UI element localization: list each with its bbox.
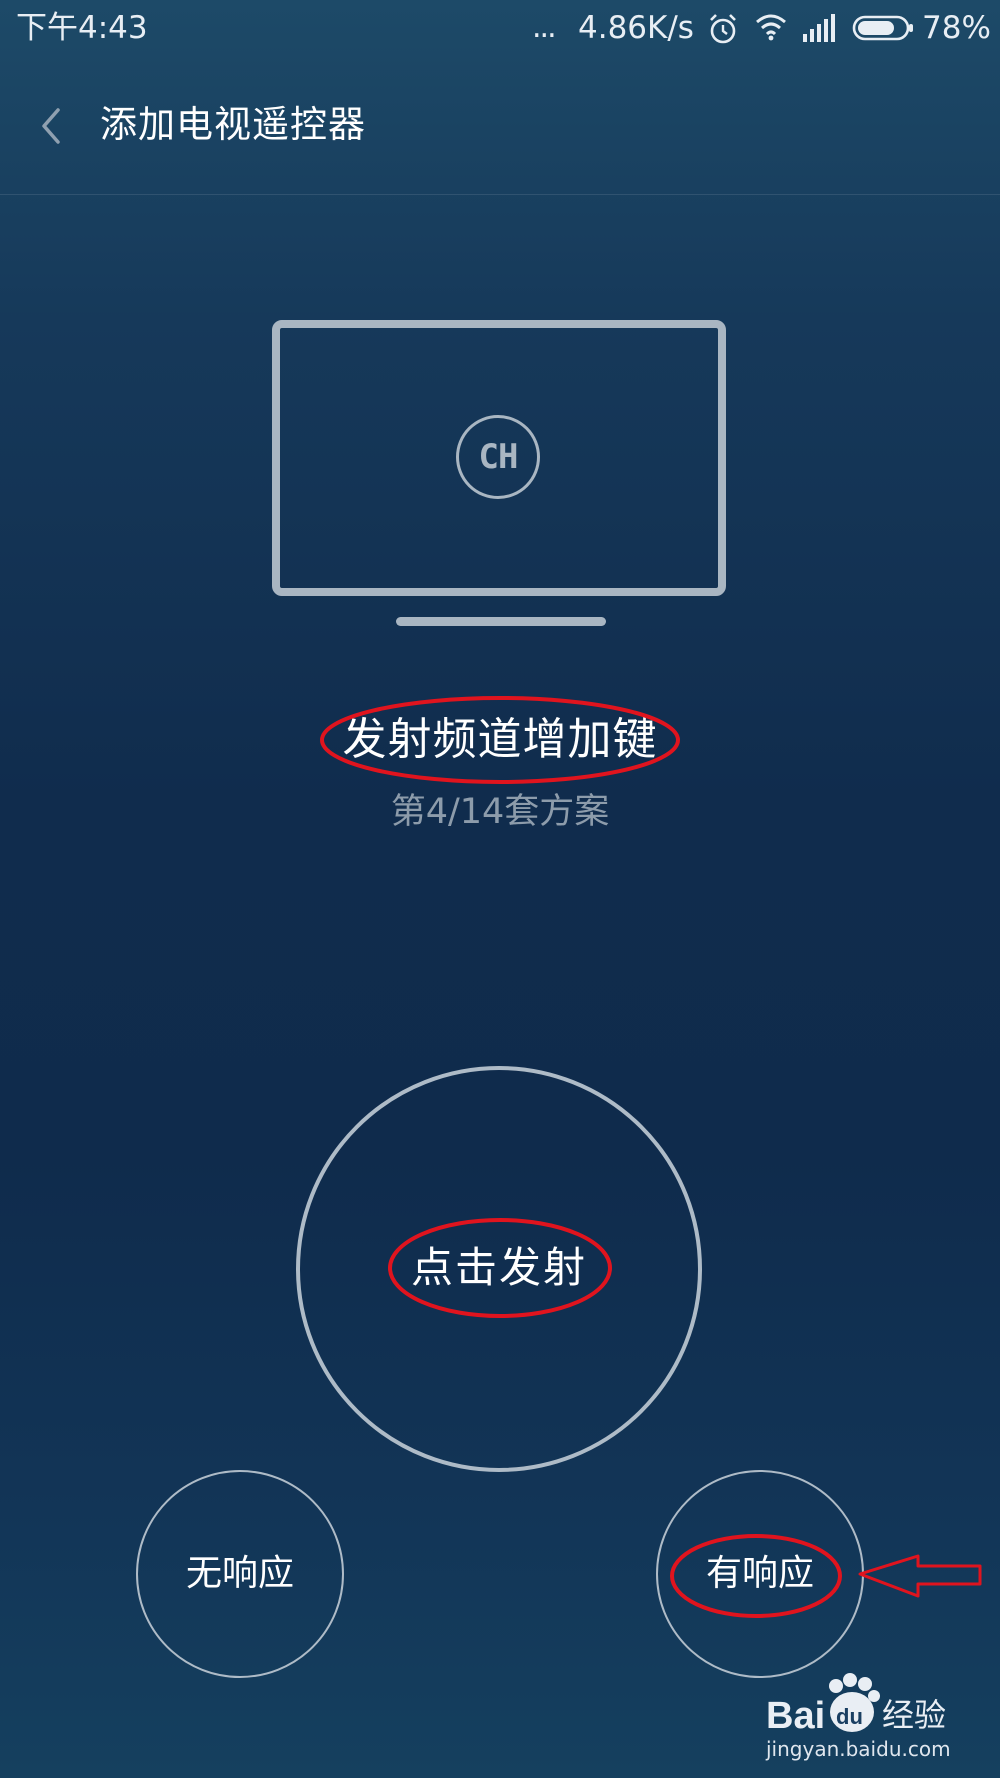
network-speed: 4.86K/s <box>578 10 694 46</box>
no-response-label: 无响应 <box>185 1553 294 1594</box>
has-response-label: 有响应 <box>705 1553 814 1594</box>
tv-stand <box>396 617 606 626</box>
back-button[interactable] <box>26 92 76 160</box>
watermark-product: 经验 <box>882 1696 946 1734</box>
signal-icon <box>803 14 835 42</box>
watermark-url: jingyan.baidu.com <box>766 1737 951 1761</box>
wifi-icon <box>756 14 786 41</box>
battery-percent: 78% <box>922 10 991 46</box>
fire-button-label: 点击发射 <box>410 1243 587 1292</box>
annotation-layer <box>320 696 982 1618</box>
scheme-counter: 第4/14套方案 <box>390 792 610 832</box>
page-title: 添加电视遥控器 <box>100 103 366 146</box>
app-header: 添加电视遥控器 <box>0 56 1000 195</box>
test-key-name: 发射频道增加键 <box>342 714 658 765</box>
channel-badge-label: CH <box>478 437 519 477</box>
more-indicator: ... <box>532 10 557 45</box>
status-time: 下午4:43 <box>16 10 148 46</box>
watermark-brand: Bai <box>766 1695 825 1737</box>
watermark-brand-du: du <box>836 1704 863 1729</box>
chevron-left-icon <box>42 108 60 144</box>
alarm-icon <box>710 14 736 44</box>
status-bar: 下午4:43 ... 4.86K/s 78% <box>0 0 1000 56</box>
pointer-arrow <box>858 1554 982 1598</box>
battery-icon <box>852 15 913 41</box>
